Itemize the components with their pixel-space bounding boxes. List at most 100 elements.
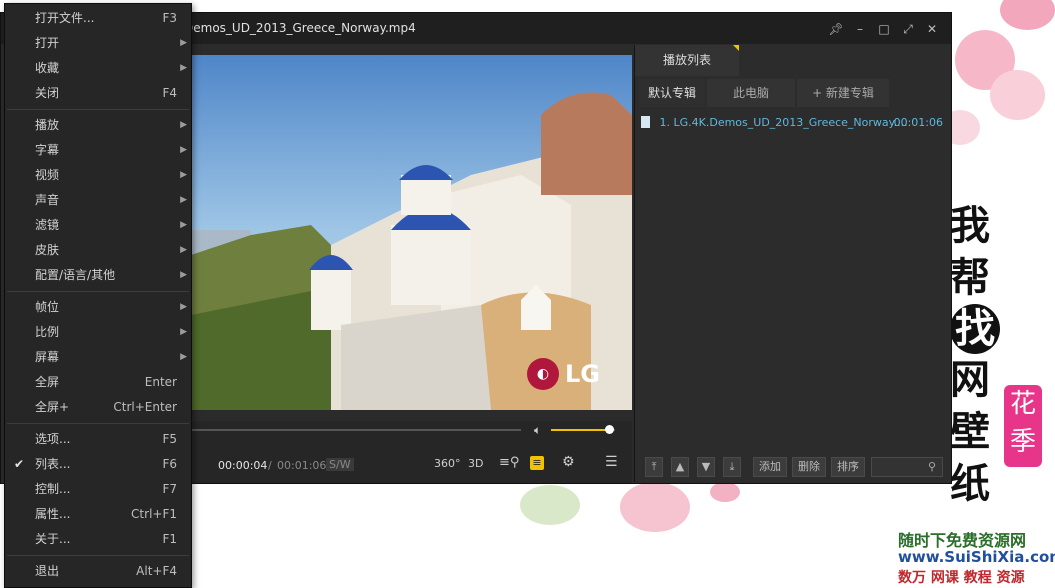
volume-icon[interactable]: 🔈︎ <box>534 423 541 438</box>
video-area[interactable]: ◐ LG <box>191 55 632 410</box>
close-button[interactable]: ✕ <box>923 20 941 38</box>
maximize-button[interactable]: □ <box>875 20 893 38</box>
minimize-icon: – <box>857 22 863 36</box>
menu-item[interactable]: 比例 ▶ <box>5 320 191 345</box>
menu-item[interactable]: 皮肤 ▶ <box>5 238 191 263</box>
sort-button[interactable]: 排序 <box>831 457 865 477</box>
menu-separator <box>7 555 189 556</box>
move-up-button[interactable]: ▲ <box>671 457 689 477</box>
submenu-arrow-icon: ▶ <box>180 327 187 337</box>
3d-button[interactable]: 3D <box>468 457 483 470</box>
move-bottom-button[interactable]: ⤓ <box>723 457 741 477</box>
subtab-this-pc[interactable]: 此电脑 <box>707 79 795 107</box>
submenu-arrow-icon: ▶ <box>180 145 187 155</box>
pin-icon: 📌︎ <box>828 22 844 36</box>
submenu-arrow-icon: ▶ <box>180 63 187 73</box>
vr-360-button[interactable]: 360° <box>434 457 461 470</box>
calligraphy-char: 纸 <box>950 460 990 507</box>
menu-item[interactable]: 字幕 ▶ <box>5 138 191 163</box>
fullscreen-button[interactable]: ⤢ <box>899 20 917 38</box>
search-icon: ⚲ <box>927 460 936 473</box>
subtab-new-album[interactable]: + 新建专辑 <box>797 79 889 107</box>
menu-item-label: 控制... <box>35 482 71 496</box>
maximize-icon: □ <box>878 22 890 36</box>
menu-item-shortcut: F3 <box>162 11 177 25</box>
blossom-decoration <box>990 70 1045 120</box>
add-button[interactable]: 添加 <box>753 457 787 477</box>
sw-decoder-toggle[interactable]: S/W <box>326 458 354 471</box>
tab-playlist[interactable]: 播放列表 <box>635 45 739 76</box>
submenu-arrow-icon: ▶ <box>180 220 187 230</box>
menu-item[interactable]: 视频 ▶ <box>5 163 191 188</box>
volume-knob[interactable] <box>604 425 614 434</box>
watermark-line2: www.SuiShiXia.com <box>898 548 1055 566</box>
menu-item[interactable]: 声音 ▶ <box>5 188 191 213</box>
calligraphy-column: 我 帮 找 网 壁 纸 <box>950 200 1006 510</box>
menu-item[interactable]: 退出 Alt+F4 <box>5 559 191 584</box>
menu-item[interactable]: 关闭 F4 <box>5 81 191 106</box>
menu-item-label: 属性... <box>35 507 71 521</box>
stamp-char: 季 <box>1009 427 1036 457</box>
blossom-decoration <box>620 482 690 532</box>
delete-button[interactable]: 删除 <box>792 457 826 477</box>
calligraphy-char: 我 <box>950 202 990 249</box>
menu-item[interactable]: 打开文件... F3 <box>5 6 191 31</box>
menu-item-shortcut: Ctrl+Enter <box>113 400 177 414</box>
menu-item[interactable]: 选项... F5 <box>5 427 191 452</box>
playlist-item[interactable]: 1. LG.4K.Demos_UD_2013_Greece_Norway....… <box>641 113 945 133</box>
control-bar: 🔈︎ 00:00:04 / 00:01:06 S/W 360° 3D ≡⚲ ≡ … <box>191 421 632 483</box>
menu-item-label: 比例 <box>35 325 60 339</box>
calligraphy-char: 帮 <box>950 254 990 301</box>
menu-item[interactable]: 打开 ▶ <box>5 31 191 56</box>
submenu-arrow-icon: ▶ <box>180 195 187 205</box>
menu-item[interactable]: ✔ 列表... F6 <box>5 452 191 477</box>
menu-separator <box>7 423 189 424</box>
menu-item[interactable]: 收藏 ▶ <box>5 56 191 81</box>
menu-item[interactable]: 屏幕 ▶ <box>5 345 191 370</box>
menu-item[interactable]: 全屏+ Ctrl+Enter <box>5 395 191 420</box>
menu-item[interactable]: 属性... Ctrl+F1 <box>5 502 191 527</box>
pin-button[interactable]: 📌︎ <box>827 20 845 38</box>
menu-separator <box>7 109 189 110</box>
menu-item-label: 打开文件... <box>35 11 95 25</box>
menu-item-shortcut: F7 <box>162 482 177 496</box>
menu-item-label: 皮肤 <box>35 243 60 257</box>
submenu-arrow-icon: ▶ <box>180 170 187 180</box>
close-icon: ✕ <box>926 22 938 36</box>
settings-gear-icon[interactable]: ⚙ <box>562 454 575 470</box>
submenu-arrow-icon: ▶ <box>180 245 187 255</box>
menu-item-shortcut: F4 <box>162 86 177 100</box>
blossom-decoration <box>1000 0 1055 30</box>
menu-item-label: 选项... <box>35 432 71 446</box>
menu-item[interactable]: 播放 ▶ <box>5 113 191 138</box>
checkmark-icon: ✔ <box>14 457 25 471</box>
menu-item[interactable]: 配置/语言/其他 ▶ <box>5 263 191 288</box>
playlist-search-input[interactable]: ⚲ <box>871 457 943 477</box>
menu-item[interactable]: 帧位 ▶ <box>5 295 191 320</box>
blossom-decoration <box>520 485 580 525</box>
submenu-arrow-icon: ▶ <box>180 120 187 130</box>
arrow-down-icon: ▼ <box>701 460 711 473</box>
playlist-toggle-icon[interactable]: ≡ <box>530 456 544 470</box>
move-top-button[interactable]: ⤒ <box>645 457 663 477</box>
minimize-button[interactable]: – <box>851 20 869 38</box>
menu-item[interactable]: 滤镜 ▶ <box>5 213 191 238</box>
calligraphy-char: 找 <box>950 304 1000 354</box>
arrow-up-icon: ▲ <box>675 460 685 473</box>
menu-item-label: 关于... <box>35 532 71 546</box>
menu-item[interactable]: 全屏 Enter <box>5 370 191 395</box>
menu-item[interactable]: 关于... F1 <box>5 527 191 552</box>
volume-slider[interactable] <box>551 425 615 434</box>
menu-item-label: 关闭 <box>35 86 60 100</box>
subtab-default-album[interactable]: 默认专辑 <box>639 79 705 107</box>
menu-item-label: 退出 <box>35 564 60 578</box>
move-down-button[interactable]: ▼ <box>697 457 715 477</box>
menu-item-shortcut: F5 <box>162 432 177 446</box>
seek-bar[interactable] <box>191 429 521 431</box>
menu-item-label: 配置/语言/其他 <box>35 268 116 282</box>
main-menu-icon[interactable]: ☰ <box>605 454 618 470</box>
menu-item[interactable]: 控制... F7 <box>5 477 191 502</box>
time-separator: / <box>268 459 272 472</box>
menu-item-label: 滤镜 <box>35 218 60 232</box>
zoom-search-icon[interactable]: ≡⚲ <box>499 455 519 470</box>
